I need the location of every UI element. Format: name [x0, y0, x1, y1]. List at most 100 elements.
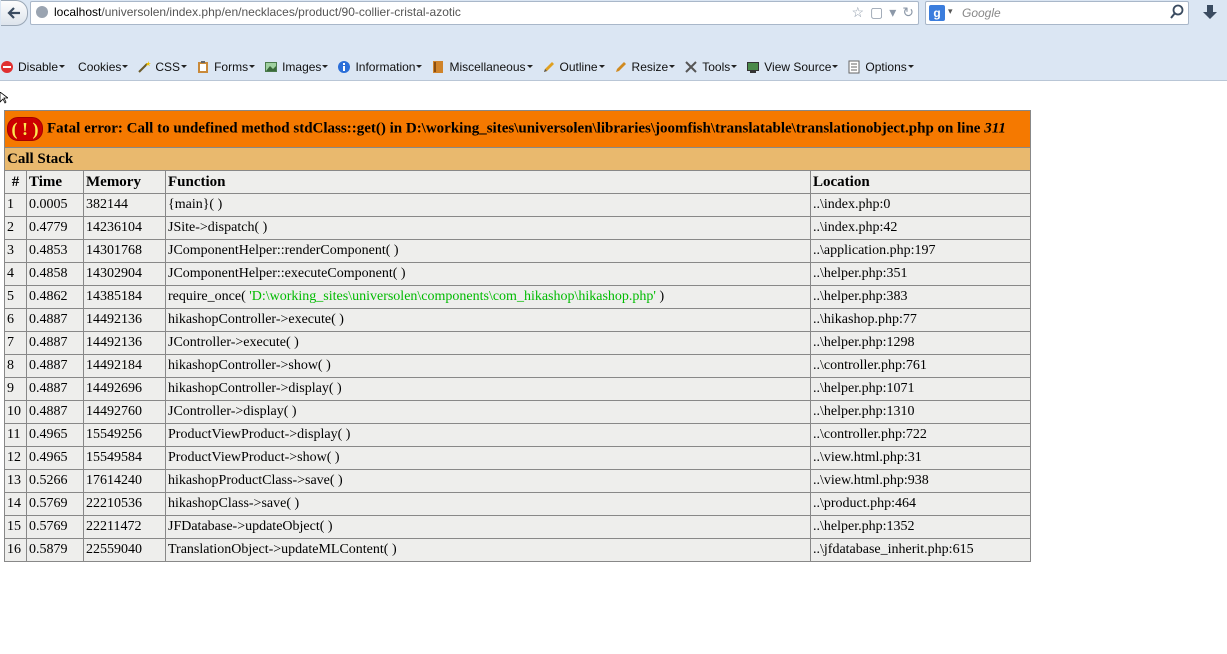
cell-memory: 17614240 — [83, 469, 166, 493]
function-name: JSite->dispatch( ) — [168, 220, 268, 235]
cell-memory: 382144 — [83, 193, 166, 217]
cell-time: 0.4887 — [26, 354, 84, 378]
cell-number: 4 — [4, 262, 27, 286]
cell-number: 9 — [4, 377, 27, 401]
toolbar-label: CSS — [155, 60, 181, 74]
toolbar-miscellaneous[interactable]: Miscellaneous — [431, 60, 533, 74]
cell-location: ..\product.php:464 — [810, 492, 1031, 516]
download-icon[interactable] — [1202, 4, 1218, 20]
cell-time: 0.4965 — [26, 423, 84, 447]
cell-memory: 22559040 — [83, 538, 166, 562]
table-row: 16 0.5879 22559040 TranslationObject->updat… — [4, 538, 1031, 562]
header-number: # — [4, 170, 27, 194]
cell-function: JController->display( ) — [165, 400, 811, 424]
cell-function: hikashopController->show( ) — [165, 354, 811, 378]
mouse-cursor-icon — [0, 92, 8, 104]
bookmark-star-icon[interactable]: ☆ — [851, 4, 864, 20]
column-header-row: # Time Memory Function Location — [4, 170, 1031, 194]
toolbar-outline[interactable]: Outline — [542, 60, 605, 74]
cell-location: ..\helper.php:351 — [810, 262, 1031, 286]
cell-memory: 14302904 — [83, 262, 166, 286]
search-input[interactable]: Google — [962, 6, 1001, 20]
pocket-icon[interactable]: ▢ — [870, 4, 883, 20]
function-argument: 'D:\working_sites\universolen\components… — [249, 289, 656, 304]
toolbar-forms[interactable]: Forms — [196, 60, 256, 74]
cell-time: 0.4853 — [26, 239, 84, 263]
cell-memory: 15549256 — [83, 423, 166, 447]
table-row: 3 0.4853 14301768 JComponentHelper::renderC… — [4, 239, 1031, 263]
engine-dropdown-icon[interactable]: ▾ — [948, 6, 953, 17]
cell-location: ..\controller.php:761 — [810, 354, 1031, 378]
toolbar-label: Cookies — [78, 60, 122, 74]
toolbar-css[interactable]: CSS — [137, 60, 188, 74]
search-icon[interactable] — [1169, 3, 1185, 21]
toolbar-information[interactable]: Information — [337, 60, 423, 74]
function-name: JComponentHelper::renderComponent( ) — [168, 243, 399, 258]
cell-location: ..\controller.php:722 — [810, 423, 1031, 447]
cell-function: hikashopController->execute( ) — [165, 308, 811, 332]
cell-number: 13 — [4, 469, 27, 493]
toolbar-label: Tools — [702, 60, 731, 74]
cell-location: ..\hikashop.php:77 — [810, 308, 1031, 332]
toolbar-label: View Source — [764, 60, 832, 74]
cell-function: {main}( ) — [165, 193, 811, 217]
cell-number: 11 — [4, 423, 27, 447]
toolbar-view-source[interactable]: View Source — [746, 60, 839, 74]
dropdown-chevron-icon[interactable]: ▾ — [889, 4, 896, 20]
cell-location: ..\view.html.php:31 — [810, 446, 1031, 470]
function-name: ProductViewProduct->show( ) — [168, 450, 340, 465]
back-arrow-icon — [7, 7, 20, 19]
info-icon — [338, 61, 351, 73]
cell-time: 0.4887 — [26, 331, 84, 355]
table-row: 7 0.4887 14492136 JController->execute( )..… — [4, 331, 1031, 355]
toolbar-cookies[interactable]: Cookies — [74, 60, 129, 74]
google-logo-icon[interactable]: g — [929, 5, 945, 21]
url-host: localhost — [54, 5, 102, 19]
function-name: JController->execute( ) — [168, 335, 299, 350]
search-bar[interactable]: g ▾ Google — [925, 1, 1189, 25]
cell-memory: 22211472 — [83, 515, 166, 539]
cell-number: 12 — [4, 446, 27, 470]
toolbar-label: Resize — [631, 60, 669, 74]
toolbar-label: Forms — [214, 60, 249, 74]
cell-memory: 14492136 — [83, 308, 166, 332]
toolbar-images[interactable]: Images — [264, 60, 329, 74]
toolbar-options[interactable]: Options — [847, 60, 914, 74]
error-text: Fatal error: Call to undefined method st… — [47, 120, 985, 137]
toolbar-tools[interactable]: Tools — [684, 60, 738, 74]
table-row: 1 0.0005 382144 {main}( ) ..\index.php:0 — [4, 193, 1031, 217]
cell-function: JFDatabase->updateObject( ) — [165, 515, 811, 539]
cell-function: hikashopProductClass->save( ) — [165, 469, 811, 493]
list-icon — [848, 60, 860, 74]
cell-location: ..\helper.php:1298 — [810, 331, 1031, 355]
cell-time: 0.5266 — [26, 469, 84, 493]
cell-time: 0.4965 — [26, 446, 84, 470]
function-name: hikashopProductClass->save( ) — [168, 473, 343, 488]
cell-function: hikashopController->display( ) — [165, 377, 811, 401]
browser-chrome: localhost/universolen/index.php/en/neckl… — [0, 0, 1227, 81]
resize-icon — [615, 62, 626, 72]
cell-time: 0.4779 — [26, 216, 84, 240]
toolbar-disable[interactable]: Disable — [0, 60, 66, 74]
table-row: 6 0.4887 14492136 hikashopController->execu… — [4, 308, 1031, 332]
call-stack-title: Call Stack — [4, 147, 1031, 171]
error-line-number: 311 — [984, 120, 1006, 137]
monitor-icon — [747, 62, 760, 73]
cell-function: JController->execute( ) — [165, 331, 811, 355]
cell-function: ProductViewProduct->show( ) — [165, 446, 811, 470]
toolbar-resize[interactable]: Resize — [614, 60, 676, 74]
globe-icon — [36, 6, 48, 18]
back-button[interactable] — [1, 0, 28, 26]
url-bar[interactable]: localhost/universolen/index.php/en/neckl… — [30, 1, 919, 25]
function-name: hikashopController->display( ) — [168, 381, 342, 396]
cell-number: 16 — [4, 538, 27, 562]
error-header-row: ( ! ) Fatal error: Call to undefined meth… — [4, 110, 1031, 148]
reload-icon[interactable]: ↻ — [902, 4, 914, 20]
cell-time: 0.4887 — [26, 400, 84, 424]
cell-time: 0.4862 — [26, 285, 84, 309]
function-name: JComponentHelper::executeComponent( ) — [168, 266, 406, 281]
function-close: ) — [655, 289, 665, 304]
cell-function: require_once( 'D:\working_sites\universo… — [165, 285, 811, 309]
error-table: ( ! ) Fatal error: Call to undefined meth… — [4, 110, 1031, 562]
cell-number: 6 — [4, 308, 27, 332]
